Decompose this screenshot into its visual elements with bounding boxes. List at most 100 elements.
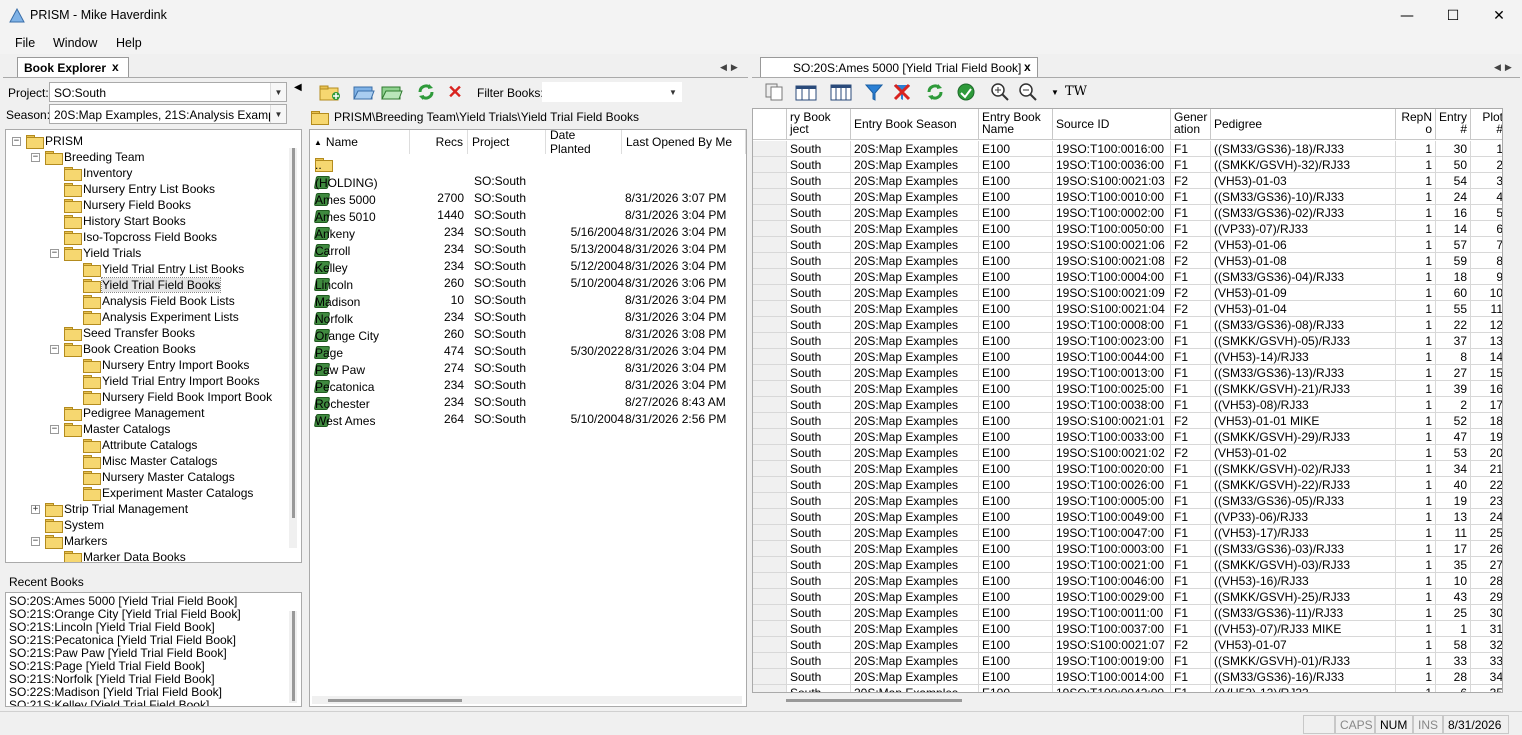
cell-pedigree[interactable]: ((SM33/GS36)-13)/RJ33: [1211, 365, 1396, 381]
tree-node[interactable]: − Breeding Team: [31, 149, 145, 165]
cell-rep-no[interactable]: 1: [1396, 333, 1436, 349]
tree-node[interactable]: Nursery Entry List Books: [50, 181, 215, 197]
cell-entry-no[interactable]: 17: [1436, 541, 1471, 557]
cell-rep-no[interactable]: 1: [1396, 173, 1436, 189]
tree-node[interactable]: Analysis Field Book Lists: [69, 293, 235, 309]
table-row[interactable]: South 20S:Map Examples E100 19SO:T100:0014:…: [753, 669, 1502, 685]
cell-source-id[interactable]: 19SO:T100:0038:00: [1053, 397, 1171, 413]
zoom-out-icon[interactable]: [1016, 81, 1040, 103]
row-header[interactable]: [753, 269, 787, 285]
cell-entry-no[interactable]: 47: [1436, 429, 1471, 445]
table-row[interactable]: South 20S:Map Examples E100 19SO:T100:0016:…: [753, 141, 1502, 157]
tree-node[interactable]: − Yield Trials: [50, 245, 141, 261]
cell-entry-no[interactable]: 33: [1436, 653, 1471, 669]
cell-project[interactable]: South: [787, 637, 851, 653]
row-header[interactable]: [753, 413, 787, 429]
tree-node[interactable]: Experiment Master Catalogs: [69, 485, 253, 501]
cell-source-id[interactable]: 19SO:T100:0016:00: [1053, 141, 1171, 157]
cell-source-id[interactable]: 19SO:T100:0047:00: [1053, 525, 1171, 541]
cell-project[interactable]: South: [787, 413, 851, 429]
tab-field-book[interactable]: SO:20S:Ames 5000 [Yield Trial Field Book…: [760, 57, 1038, 77]
cell-entry-book-season[interactable]: 20S:Map Examples: [851, 365, 979, 381]
cell-plot-no[interactable]: 28: [1471, 573, 1502, 589]
book-row[interactable]: Lincoln 260 SO:South 5/10/2004 8/31/2026 3:0…: [310, 274, 746, 292]
cell-source-id[interactable]: 19SO:T100:0050:00: [1053, 221, 1171, 237]
cell-entry-book-season[interactable]: 20S:Map Examples: [851, 141, 979, 157]
book-row[interactable]: Ames 5000 2700 SO:South 8/31/2026 3:07 PM: [310, 189, 746, 207]
cell-entry-book-name[interactable]: E100: [979, 445, 1053, 461]
cell-source-id[interactable]: 19SO:S100:0021:04: [1053, 301, 1171, 317]
cell-entry-book-season[interactable]: 20S:Map Examples: [851, 221, 979, 237]
recent-book-item[interactable]: SO:21S:Kelley [Yield Trial Field Book]: [9, 698, 209, 706]
cell-plot-no[interactable]: 13: [1471, 333, 1502, 349]
cell-generation[interactable]: F2: [1171, 413, 1211, 429]
cell-entry-book-name[interactable]: E100: [979, 509, 1053, 525]
cell-rep-no[interactable]: 1: [1396, 685, 1436, 692]
cell-pedigree[interactable]: ((SM33/GS36)-11)/RJ33: [1211, 605, 1396, 621]
cell-pedigree[interactable]: ((SMKK/GSVH)-01)/RJ33: [1211, 653, 1396, 669]
table-row[interactable]: South 20S:Map Examples E100 19SO:T100:0010:…: [753, 189, 1502, 205]
table-row[interactable]: South 20S:Map Examples E100 19SO:T100:0008:…: [753, 317, 1502, 333]
cell-project[interactable]: South: [787, 301, 851, 317]
cell-rep-no[interactable]: 1: [1396, 493, 1436, 509]
table-row[interactable]: South 20S:Map Examples E100 19SO:T100:0042:…: [753, 685, 1502, 692]
cell-entry-no[interactable]: 6: [1436, 685, 1471, 692]
grid-scroll-thumb[interactable]: [786, 699, 962, 702]
table-row[interactable]: South 20S:Map Examples E100 19SO:T100:0036:…: [753, 157, 1502, 173]
cell-generation[interactable]: F2: [1171, 237, 1211, 253]
collapse-icon[interactable]: −: [31, 152, 40, 162]
cell-entry-book-season[interactable]: 20S:Map Examples: [851, 413, 979, 429]
cell-plot-no[interactable]: 31: [1471, 621, 1502, 637]
cell-pedigree[interactable]: ((SM33/GS36)-16)/RJ33: [1211, 669, 1396, 685]
cell-pedigree[interactable]: (VH53)-01-09: [1211, 285, 1396, 301]
row-header[interactable]: [753, 509, 787, 525]
book-row[interactable]: Paw Paw 274 SO:South 8/31/2026 3:04 PM: [310, 359, 746, 377]
cell-generation[interactable]: F2: [1171, 285, 1211, 301]
row-header[interactable]: [753, 461, 787, 477]
cell-rep-no[interactable]: 1: [1396, 269, 1436, 285]
tw-button[interactable]: TW: [1065, 84, 1087, 99]
new-book-icon[interactable]: [318, 81, 342, 103]
cell-project[interactable]: South: [787, 157, 851, 173]
book-row[interactable]: Pecatonica 234 SO:South 8/31/2026 3:04 PM: [310, 376, 746, 394]
cell-generation[interactable]: F1: [1171, 269, 1211, 285]
cell-pedigree[interactable]: ((SMKK/GSVH)-05)/RJ33: [1211, 333, 1396, 349]
cell-plot-no[interactable]: 22: [1471, 477, 1502, 493]
delete-icon[interactable]: ✕: [443, 81, 467, 103]
cell-plot-no[interactable]: 20: [1471, 445, 1502, 461]
cell-entry-book-name[interactable]: E100: [979, 525, 1053, 541]
cell-plot-no[interactable]: 18: [1471, 413, 1502, 429]
cell-pedigree[interactable]: ((SM33/GS36)-08)/RJ33: [1211, 317, 1396, 333]
row-header[interactable]: [753, 429, 787, 445]
tree-node[interactable]: Yield Trial Entry List Books: [69, 261, 244, 277]
collapse-icon[interactable]: −: [50, 344, 59, 354]
cell-entry-book-name[interactable]: E100: [979, 221, 1053, 237]
cell-entry-book-season[interactable]: 20S:Map Examples: [851, 349, 979, 365]
cell-source-id[interactable]: 19SO:T100:0025:00: [1053, 381, 1171, 397]
cell-entry-book-season[interactable]: 20S:Map Examples: [851, 445, 979, 461]
recent-book-item[interactable]: SO:21S:Norfolk [Yield Trial Field Book]: [9, 672, 215, 686]
cell-entry-book-season[interactable]: 20S:Map Examples: [851, 525, 979, 541]
filter-books-select[interactable]: ▼: [542, 82, 682, 102]
recent-book-item[interactable]: SO:21S:Lincoln [Yield Trial Field Book]: [9, 620, 215, 634]
cell-project[interactable]: South: [787, 365, 851, 381]
collapse-icon[interactable]: −: [50, 248, 59, 258]
cell-entry-book-name[interactable]: E100: [979, 493, 1053, 509]
table-row[interactable]: South 20S:Map Examples E100 19SO:T100:0005:…: [753, 493, 1502, 509]
row-header[interactable]: [753, 573, 787, 589]
cell-entry-no[interactable]: 37: [1436, 333, 1471, 349]
cell-pedigree[interactable]: ((SM33/GS36)-10)/RJ33: [1211, 189, 1396, 205]
menu-file[interactable]: File: [15, 36, 35, 50]
cell-source-id[interactable]: 19SO:T100:0014:00: [1053, 669, 1171, 685]
cell-entry-book-name[interactable]: E100: [979, 269, 1053, 285]
row-header[interactable]: [753, 141, 787, 157]
cell-project[interactable]: South: [787, 525, 851, 541]
cell-plot-no[interactable]: 32: [1471, 637, 1502, 653]
cell-project[interactable]: South: [787, 349, 851, 365]
table-row[interactable]: South 20S:Map Examples E100 19SO:T100:0037:…: [753, 621, 1502, 637]
cell-pedigree[interactable]: ((VP33)-07)/RJ33: [1211, 221, 1396, 237]
recent-books-list[interactable]: SO:20S:Ames 5000 [Yield Trial Field Book…: [5, 592, 302, 707]
cell-entry-book-season[interactable]: 20S:Map Examples: [851, 493, 979, 509]
close-icon[interactable]: x: [112, 60, 119, 74]
cell-rep-no[interactable]: 1: [1396, 157, 1436, 173]
